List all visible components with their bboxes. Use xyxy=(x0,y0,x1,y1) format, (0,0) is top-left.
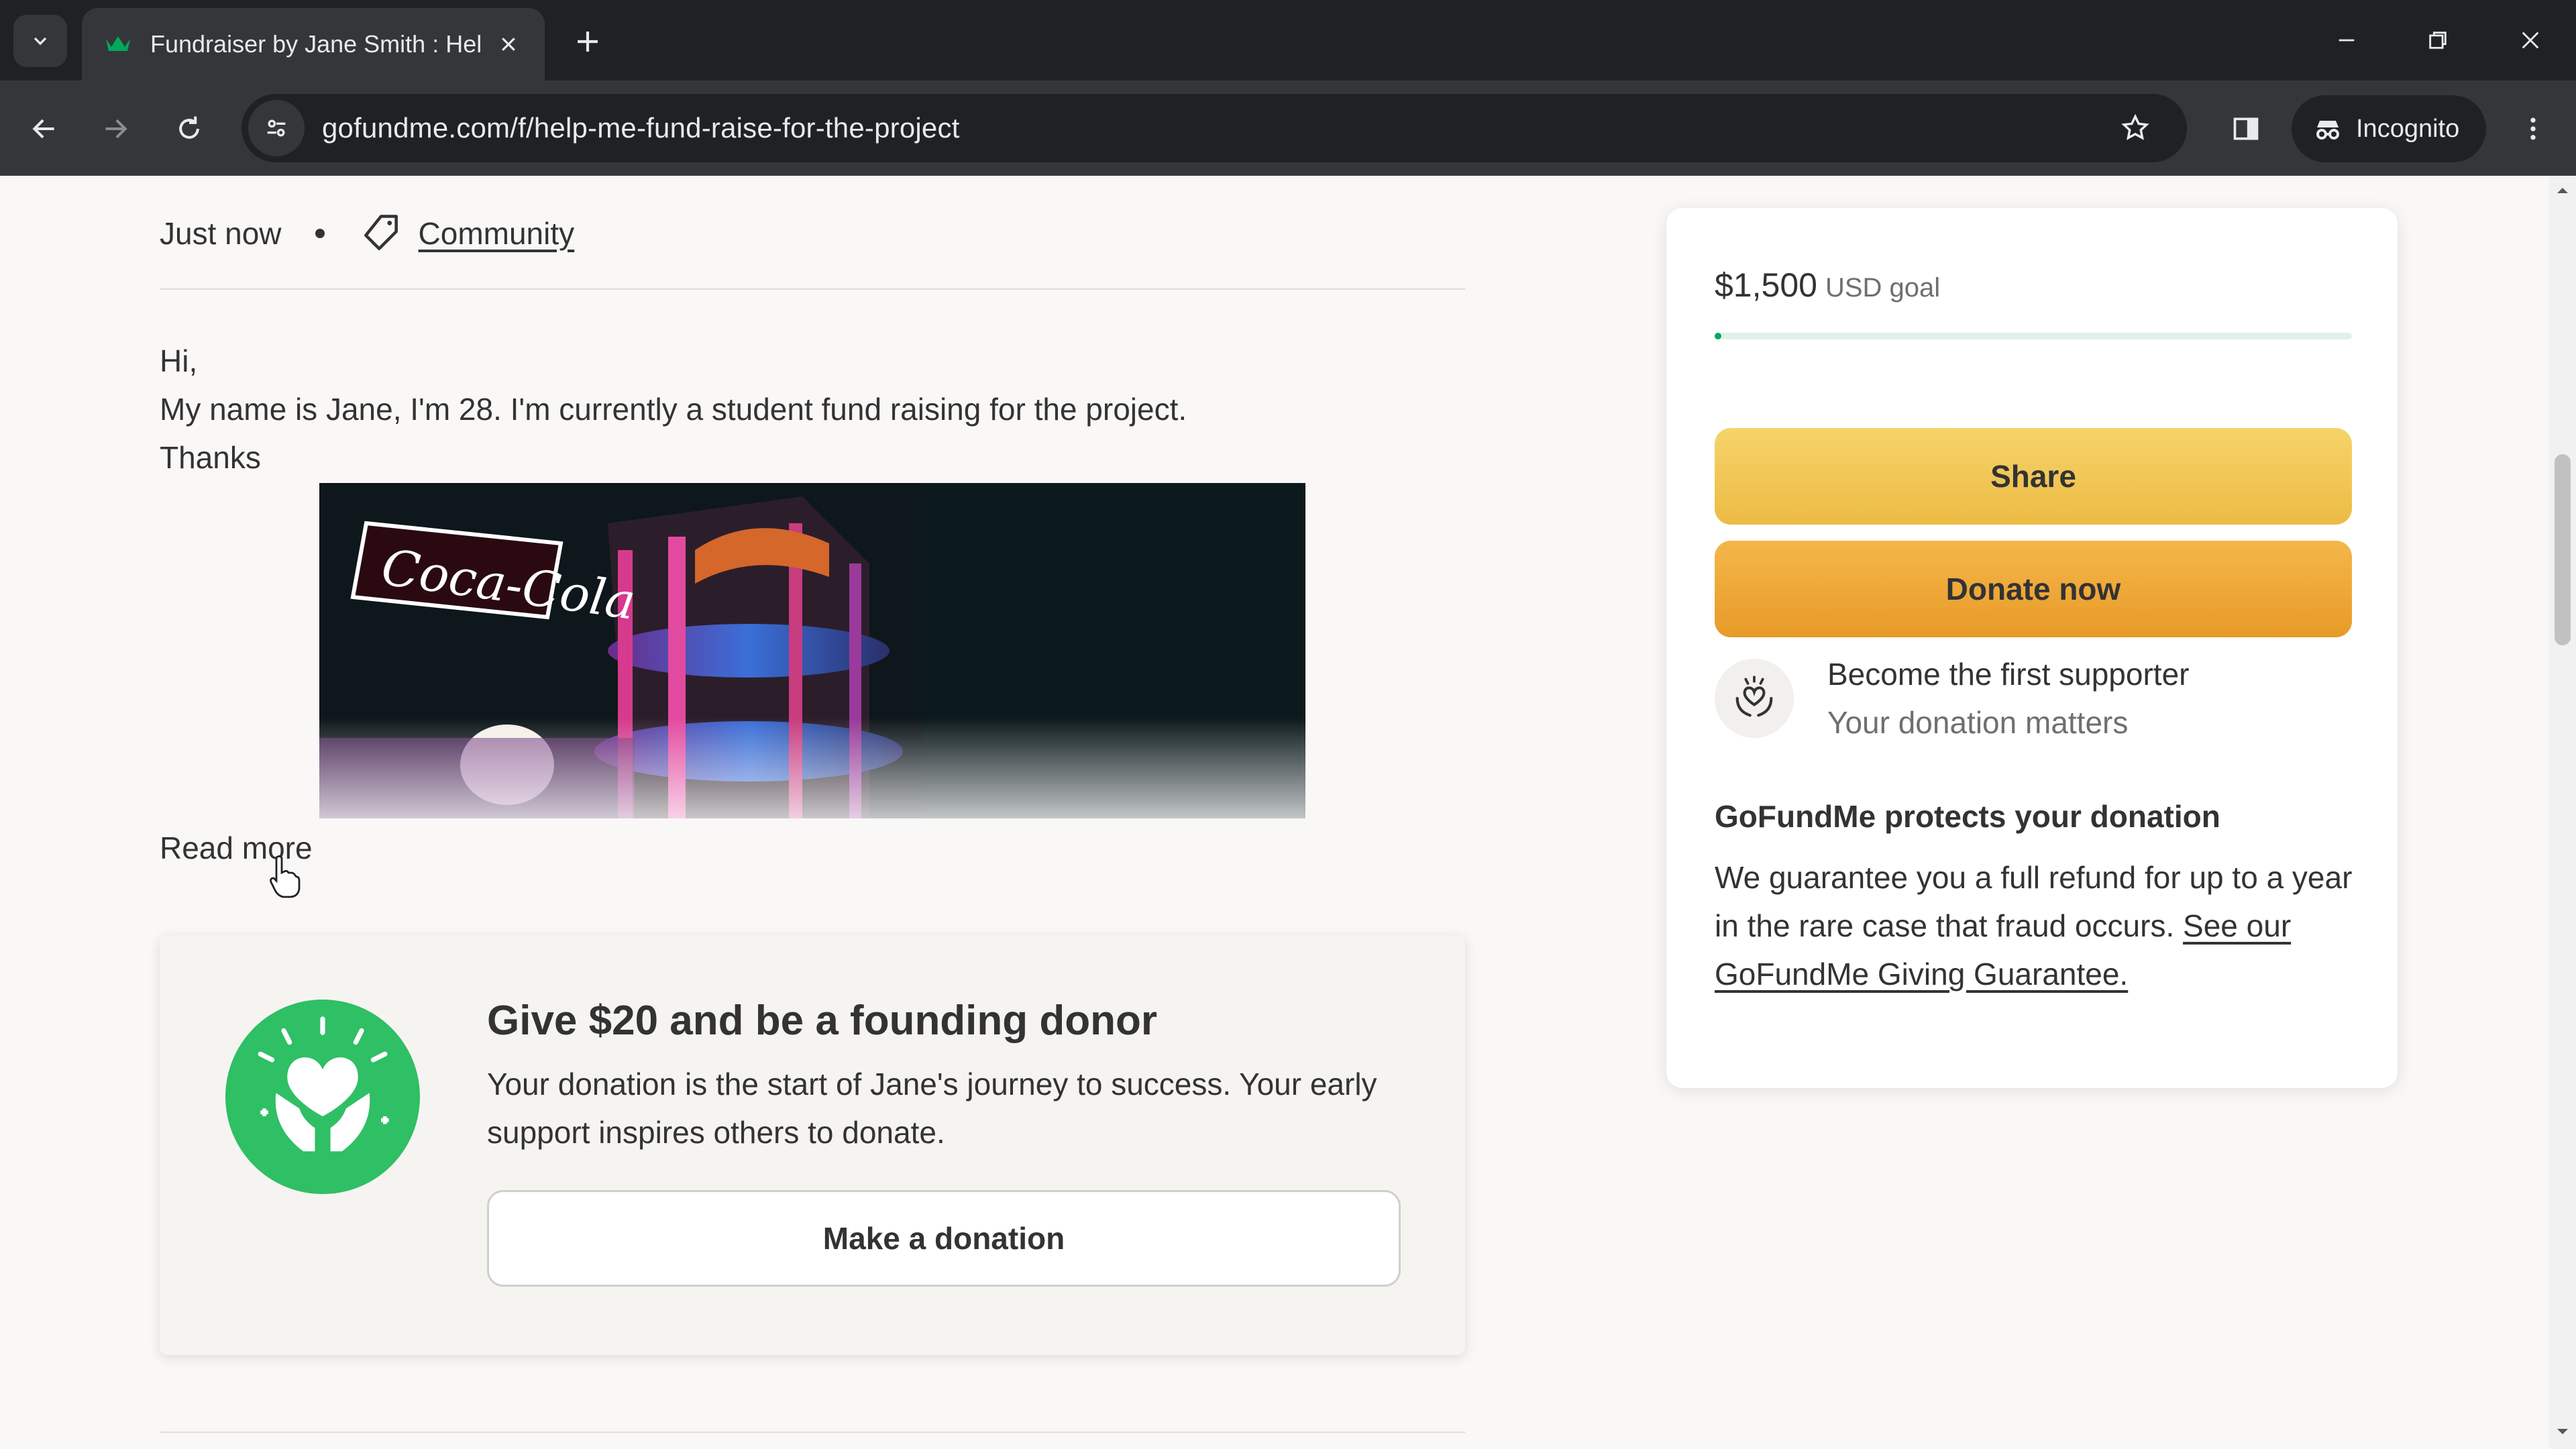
progress-fill xyxy=(1715,333,1721,339)
minimize-icon xyxy=(2339,39,2355,42)
tab-search-button[interactable] xyxy=(13,15,67,67)
story-text: Hi, My name is Jane, I'm 28. I'm current… xyxy=(160,337,1465,482)
scroll-down-icon[interactable] xyxy=(2556,1425,2569,1438)
created-time: Just now xyxy=(160,216,282,251)
browser-menu-button[interactable] xyxy=(2505,101,2561,157)
donate-now-button[interactable]: Donate now xyxy=(1715,541,2352,637)
plus-icon xyxy=(578,32,598,52)
browser-tab[interactable]: Fundraiser by Jane Smith : Help xyxy=(82,8,545,80)
founding-title: Give $20 and be a founding donor xyxy=(487,998,1157,1044)
incognito-label: Incognito xyxy=(2356,114,2460,143)
browser-tab-bar: Fundraiser by Jane Smith : Help xyxy=(0,0,2576,80)
page-content: Just now Community Hi, My name is Jane, … xyxy=(0,176,2549,1449)
arrow-left-icon xyxy=(32,119,54,139)
url-text[interactable]: gofundme.com/f/help-me-fund-raise-for-th… xyxy=(322,112,960,144)
site-info-button[interactable] xyxy=(248,100,305,156)
supporter-title: Become the first supporter xyxy=(1827,657,2190,692)
bookmark-button[interactable] xyxy=(2110,103,2160,153)
story-line: Thanks xyxy=(160,440,261,475)
tab-title: Fundraiser by Jane Smith : Help xyxy=(150,30,482,58)
supporter-subtitle: Your donation matters xyxy=(1827,705,2129,740)
new-tab-button[interactable] xyxy=(568,21,608,62)
side-panel-icon xyxy=(2233,117,2259,140)
forward-button[interactable] xyxy=(87,101,144,157)
heart-hands-badge-icon xyxy=(225,1000,420,1194)
incognito-indicator[interactable]: Incognito xyxy=(2292,95,2486,162)
divider xyxy=(160,288,1465,290)
restore-icon xyxy=(2429,32,2447,49)
more-vert-icon xyxy=(2530,117,2536,140)
goal-suffix: USD goal xyxy=(1825,273,1941,303)
hand-cursor-icon xyxy=(270,855,301,898)
reload-button[interactable] xyxy=(161,101,217,157)
founding-donor-card: Give $20 and be a founding donor Your do… xyxy=(160,935,1465,1355)
make-donation-button[interactable]: Make a donation xyxy=(487,1190,1401,1287)
tune-icon xyxy=(267,119,286,137)
scrollbar-thumb[interactable] xyxy=(2555,454,2571,645)
arrow-right-icon xyxy=(105,119,127,139)
campaign-meta: Just now Community xyxy=(160,209,574,258)
story-line: My name is Jane, I'm 28. I'm currently a… xyxy=(160,392,1187,427)
minimize-button[interactable] xyxy=(2320,13,2373,67)
restore-button[interactable] xyxy=(2411,13,2465,67)
star-icon xyxy=(2121,113,2149,140)
side-panel-button[interactable] xyxy=(2218,101,2274,157)
category-link[interactable]: Community xyxy=(419,215,575,252)
browser-toolbar: gofundme.com/f/help-me-fund-raise-for-th… xyxy=(0,80,2576,176)
chevron-down-icon xyxy=(34,37,47,46)
close-icon xyxy=(2522,32,2539,49)
share-button[interactable]: Share xyxy=(1715,428,2352,525)
heart-hands-icon xyxy=(1735,676,1773,717)
tag-icon xyxy=(364,215,398,250)
story-line: Hi, xyxy=(160,343,198,378)
scroll-up-icon[interactable] xyxy=(2556,184,2569,197)
address-bar[interactable]: gofundme.com/f/help-me-fund-raise-for-th… xyxy=(241,94,2187,162)
donation-sidebar-card: $1,500 USD goal Share Donate now Become … xyxy=(1666,208,2398,1088)
story-photo-graphic: Coca-Cola xyxy=(319,483,1305,818)
story-image: Coca-Cola xyxy=(319,483,1305,818)
separator-dot xyxy=(315,229,325,238)
progress-bar xyxy=(1715,333,2352,339)
tab-close-icon[interactable] xyxy=(492,28,525,60)
gofundme-logo-icon xyxy=(106,36,130,51)
goal-amount: $1,500 xyxy=(1715,266,1817,304)
founding-description: Your donation is the start of Jane's jou… xyxy=(487,1067,1377,1150)
protection-title: GoFundMe protects your donation xyxy=(1715,799,2220,834)
back-button[interactable] xyxy=(16,101,72,157)
divider xyxy=(160,1432,1465,1433)
incognito-icon xyxy=(2316,121,2339,140)
page-scrollbar[interactable] xyxy=(2549,176,2576,1449)
protection-text: We guarantee you a full refund for up to… xyxy=(1715,853,2365,998)
reload-icon xyxy=(179,116,199,139)
close-window-button[interactable] xyxy=(2504,13,2557,67)
supporter-badge xyxy=(1715,659,1794,738)
goal-summary: $1,500 USD goal xyxy=(1715,266,1940,305)
